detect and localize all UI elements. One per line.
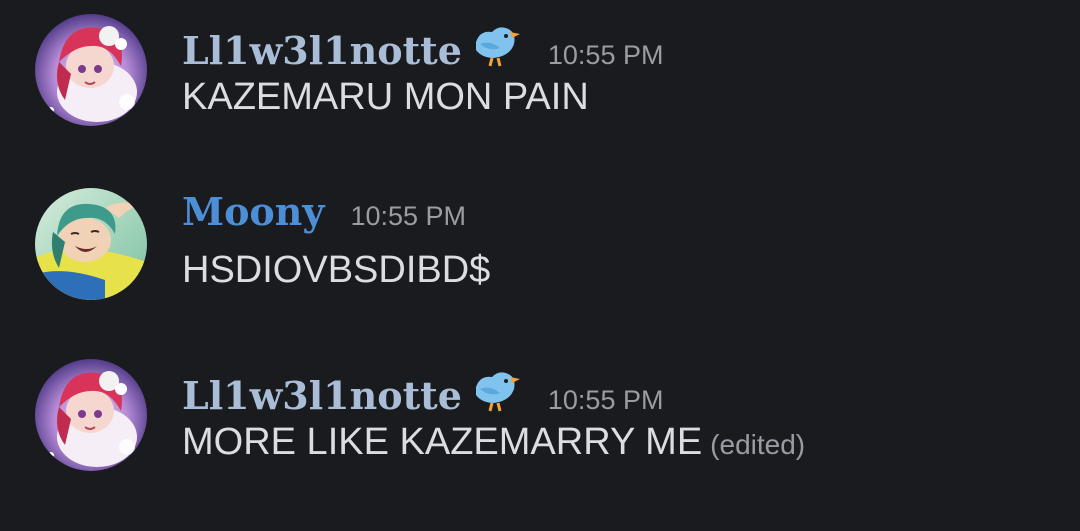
bird-icon — [470, 22, 522, 70]
bird-icon — [470, 367, 522, 415]
username[interactable]: Moony — [182, 189, 324, 234]
message-item[interactable]: Ll1w3l1notte 10:55 PM KAZEMARU MON PAIN — [0, 14, 1080, 146]
chat-message-list: Ll1w3l1notte 10:55 PM KAZEMARU MON PAIN — [0, 0, 1080, 531]
message-header: Moony 10:55 PM — [182, 189, 466, 245]
message-text: MORE LIKE KAZEMARRY ME (edited) — [182, 421, 805, 464]
avatar[interactable] — [35, 14, 147, 126]
timestamp: 10:55 PM — [547, 385, 664, 415]
avatar-image — [35, 359, 147, 471]
message-body: MORE LIKE KAZEMARRY ME — [182, 421, 703, 463]
timestamp: 10:55 PM — [547, 40, 664, 70]
message-text: HSDIOVBSDIBD$ — [182, 249, 491, 291]
message-item[interactable]: Ll1w3l1notte 10:55 PM MORE LIKE KAZEMARR… — [0, 359, 1080, 491]
edited-indicator: (edited) — [710, 429, 806, 460]
message-text: KAZEMARU MON PAIN — [182, 76, 589, 118]
timestamp: 10:55 PM — [350, 201, 467, 231]
avatar[interactable] — [35, 359, 147, 471]
message-header: Ll1w3l1notte 10:55 PM — [182, 361, 664, 418]
username[interactable]: Ll1w3l1notte — [182, 373, 462, 418]
avatar[interactable] — [35, 188, 147, 300]
avatar-image — [35, 14, 147, 126]
message-item[interactable]: Moony 10:55 PM HSDIOVBSDIBD$ — [0, 188, 1080, 319]
avatar-image — [35, 188, 147, 300]
message-header: Ll1w3l1notte 10:55 PM — [182, 16, 664, 73]
username[interactable]: Ll1w3l1notte — [182, 28, 462, 73]
